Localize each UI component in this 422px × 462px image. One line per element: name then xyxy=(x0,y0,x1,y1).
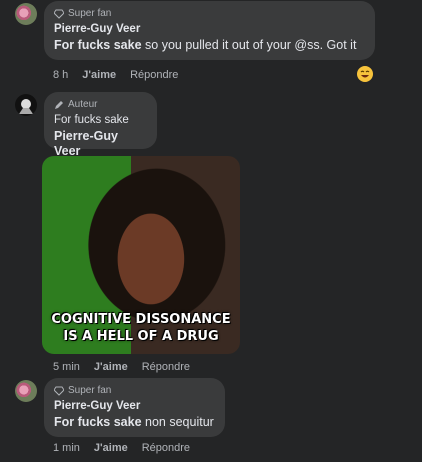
comment-actions: 1 min J'aime Répondre xyxy=(53,442,190,454)
author-badge: Auteur xyxy=(54,98,147,111)
reply-button[interactable]: Répondre xyxy=(130,69,178,81)
diamond-icon xyxy=(54,386,64,396)
like-button[interactable]: J'aime xyxy=(82,69,116,81)
reply-button[interactable]: Répondre xyxy=(142,442,190,454)
super-fan-badge: Super fan xyxy=(54,384,215,397)
quoted-text: For fucks sake xyxy=(54,114,129,126)
mention-name[interactable]: Pierre-Guy Veer xyxy=(54,129,147,159)
comment-text: For fucks sake so you pulled it out of y… xyxy=(54,38,357,52)
comment-bubble: Super fan Pierre-Guy Veer For fucks sake… xyxy=(44,378,225,437)
badge-label: Auteur xyxy=(68,99,98,110)
mention-name[interactable]: Pierre-Guy Veer xyxy=(54,22,365,37)
comment-bubble: Super fan Pierre-Guy Veer For fucks sake… xyxy=(44,1,375,60)
pencil-icon xyxy=(55,100,63,109)
gif-caption-line-1: COGNITIVE DISSONANCE xyxy=(51,312,231,327)
badge-label: Super fan xyxy=(68,8,112,19)
gif-caption-line-2: IS A HELL OF A DRUG xyxy=(63,329,219,344)
comment-bubble: Auteur For fucks sake Pierre-Guy Veer xyxy=(44,92,157,158)
comment-actions: 8 h J'aime Répondre xyxy=(53,69,178,81)
comment-text: For fucks sake non sequitur xyxy=(54,415,214,429)
laughing-emoji-icon[interactable] xyxy=(357,66,373,82)
gif-image[interactable]: COGNITIVE DISSONANCE IS A HELL OF A DRUG xyxy=(42,156,240,354)
reply-button[interactable]: Répondre xyxy=(142,361,190,373)
author-avatar[interactable] xyxy=(15,94,37,116)
mention-name[interactable]: Pierre-Guy Veer xyxy=(54,399,215,414)
super-fan-badge: Super fan xyxy=(54,7,365,20)
like-button[interactable]: J'aime xyxy=(94,361,128,373)
diamond-icon xyxy=(54,9,64,19)
timestamp[interactable]: 8 h xyxy=(53,69,68,81)
timestamp[interactable]: 1 min xyxy=(53,442,80,454)
like-button[interactable]: J'aime xyxy=(94,442,128,454)
timestamp[interactable]: 5 min xyxy=(53,361,80,373)
comment-actions: 5 min J'aime Répondre xyxy=(53,361,190,373)
avatar[interactable] xyxy=(15,3,37,25)
badge-label: Super fan xyxy=(68,385,112,396)
avatar[interactable] xyxy=(15,380,37,402)
